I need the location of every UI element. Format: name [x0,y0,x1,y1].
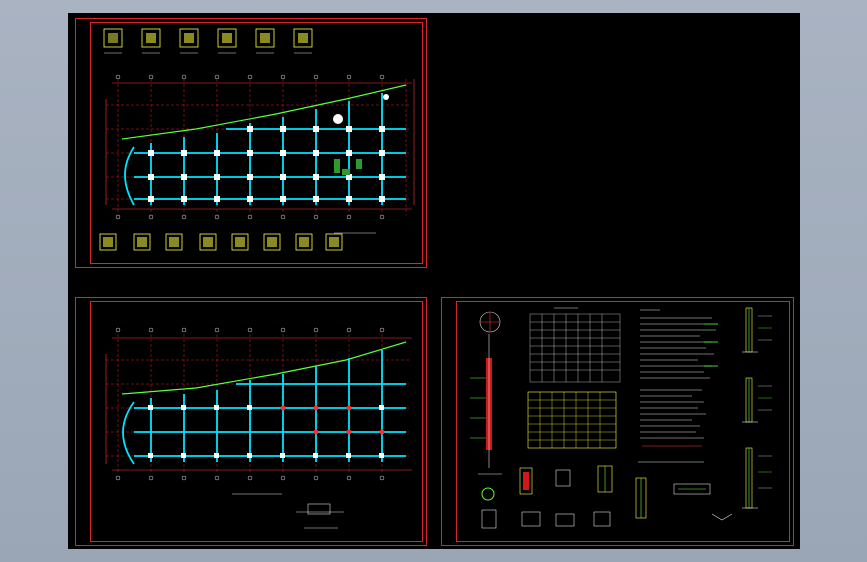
top-column-details [103,28,313,54]
rebar-table-white [529,313,621,383]
general-notes [640,309,716,439]
sheet-column-plan[interactable] [75,18,427,268]
sheet-details[interactable] [441,297,794,546]
column-plan-drawing [99,28,415,251]
bottom-details [481,465,733,529]
sheet-beam-plan[interactable] [75,297,427,546]
column-section-detail [470,311,502,475]
column-elevations [742,307,772,509]
drawing-canvas[interactable] [68,13,800,549]
detail-sheet-drawing [470,307,772,529]
bottom-column-details [99,233,343,251]
beam-plan-drawing [105,327,412,529]
rebar-table-yellow [527,391,617,449]
